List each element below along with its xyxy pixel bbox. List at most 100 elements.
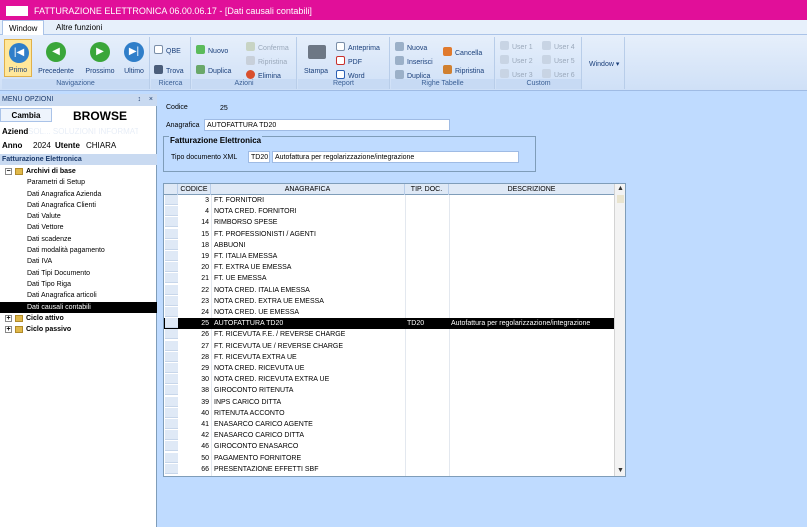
tree-item[interactable]: Dati Tipo Riga <box>0 279 157 290</box>
scroll-down-icon[interactable]: ▼ <box>615 466 625 476</box>
row-indicator[interactable] <box>165 217 178 228</box>
table-row[interactable]: 66 PRESENTAZIONE EFFETTI SBF <box>164 463 615 475</box>
table-row[interactable]: 18 ABBUONI <box>164 239 615 251</box>
user4-button[interactable]: User 4 <box>542 41 575 53</box>
row-indicator[interactable] <box>165 340 178 351</box>
row-indicator[interactable] <box>165 419 178 429</box>
row-indicator[interactable] <box>165 407 178 418</box>
row-indicator[interactable] <box>165 441 178 452</box>
tree-item[interactable]: Dati Valute <box>0 211 157 222</box>
row-indicator[interactable] <box>165 262 178 273</box>
table-row[interactable]: 50 PAGAMENTO FORNITORE <box>164 452 615 464</box>
table-row[interactable]: 23 NOTA CRED. EXTRA UE EMESSA <box>164 295 615 307</box>
table-row[interactable]: 4 NOTA CRED. FORNITORI <box>164 206 615 217</box>
tree-item[interactable]: Dati Anagrafica articoli <box>0 290 157 301</box>
row-indicator[interactable] <box>165 374 178 385</box>
table-row[interactable]: 22 NOTA CRED. ITALIA EMESSA <box>164 284 615 296</box>
scroll-up-icon[interactable]: ▲ <box>615 184 625 194</box>
table-row[interactable]: 3 FT. FORNITORI <box>164 195 615 206</box>
row-indicator[interactable] <box>165 385 178 396</box>
table-row[interactable]: 21 FT. UE EMESSA <box>164 273 615 284</box>
header-tip-doc[interactable]: TIP. DOC. <box>405 184 449 195</box>
tree-item[interactable]: Dati Tipi Documento <box>0 268 157 279</box>
trova-button[interactable]: Trova <box>154 65 184 77</box>
table-row[interactable]: 19 FT. ITALIA EMESSA <box>164 251 615 262</box>
pdf-button[interactable]: PDF <box>336 56 362 68</box>
table-row[interactable]: 29 NOTA CRED. RICEVUTA UE <box>164 363 615 374</box>
vertical-scrollbar[interactable]: ▲ ▼ <box>614 184 625 476</box>
table-row[interactable]: 42 ENASARCO CARICO DITTA <box>164 430 615 441</box>
row-indicator[interactable] <box>165 463 178 474</box>
cambia-button[interactable]: Cambia <box>0 108 52 122</box>
scroll-thumb[interactable] <box>617 195 624 203</box>
tree-item[interactable]: Dati modalità pagamento <box>0 245 157 256</box>
ripristina-button[interactable]: Ripristina <box>246 56 287 68</box>
inserisci-riga-button[interactable]: Inserisci <box>395 56 433 68</box>
row-indicator[interactable] <box>165 251 178 261</box>
row-indicator[interactable] <box>165 363 178 373</box>
row-indicator[interactable] <box>165 295 178 306</box>
tree-folder[interactable]: − Archivi di base <box>0 166 157 177</box>
close-icon[interactable]: × <box>149 96 153 103</box>
tree-item[interactable]: Dati scadenze <box>0 234 157 245</box>
expand-icon[interactable]: + <box>5 314 12 322</box>
row-indicator[interactable] <box>165 284 178 295</box>
expand-icon[interactable]: + <box>5 326 12 334</box>
nuovo-button[interactable]: Nuovo <box>196 45 228 57</box>
tree-item[interactable]: Dati Anagrafica Clienti <box>0 200 157 211</box>
table-row[interactable]: 46 GIROCONTO ENASARCO <box>164 441 615 452</box>
user5-button[interactable]: User 5 <box>542 55 575 67</box>
row-indicator[interactable] <box>165 195 178 205</box>
tipo-doc-code-field[interactable]: TD20 <box>248 151 270 163</box>
tree-item[interactable]: Dati Anagrafica Azienda <box>0 189 157 200</box>
header-descrizione[interactable]: DESCRIZIONE <box>449 184 615 195</box>
precedente-button[interactable]: ◀ Precedente <box>36 39 76 77</box>
row-indicator[interactable] <box>165 239 178 250</box>
prossimo-button[interactable]: ▶ Prossimo <box>80 39 120 77</box>
row-indicator[interactable] <box>165 329 178 340</box>
nuova-riga-button[interactable]: Nuova <box>395 42 427 54</box>
window-button[interactable]: Window ▾ <box>589 59 619 71</box>
table-row[interactable]: 14 RIMBORSO SPESE <box>164 217 615 228</box>
table-row[interactable]: 27 FT. RICEVUTA UE / REVERSE CHARGE <box>164 340 615 352</box>
ultimo-button[interactable]: ▶| Ultimo <box>118 39 150 77</box>
table-row[interactable]: 41 ENASARCO CARICO AGENTE <box>164 419 615 430</box>
menu-window[interactable]: Window <box>2 20 45 35</box>
header-codice[interactable]: CODICE <box>178 184 211 195</box>
tree-folder[interactable]: + Ciclo attivo <box>0 313 157 324</box>
row-indicator[interactable] <box>165 351 178 362</box>
user2-button[interactable]: User 2 <box>500 55 533 67</box>
tree-item[interactable]: Parametri di Setup <box>0 177 157 188</box>
row-indicator[interactable] <box>165 430 178 441</box>
header-anagrafica[interactable]: ANAGRAFICA <box>211 184 405 195</box>
anagrafica-field[interactable]: AUTOFATTURA TD20 <box>204 119 450 131</box>
row-indicator[interactable] <box>165 273 178 284</box>
table-row[interactable]: 38 GIROCONTO RITENUTA <box>164 385 615 396</box>
qbe-button[interactable]: QBE <box>154 45 181 57</box>
tree-item[interactable]: Dati causali contabili <box>0 301 157 313</box>
table-row[interactable]: 20 FT. EXTRA UE EMESSA <box>164 262 615 273</box>
table-row[interactable]: 30 NOTA CRED. RICEVUTA EXTRA UE <box>164 374 615 385</box>
table-row[interactable]: 15 FT. PROFESSIONISTI / AGENTI <box>164 228 615 240</box>
pin-icon[interactable]: ↕ <box>137 96 141 103</box>
table-row[interactable]: 24 NOTA CRED. UE EMESSA <box>164 307 615 318</box>
table-row[interactable]: 39 INPS CARICO DITTA <box>164 396 615 408</box>
duplica-button[interactable]: Duplica <box>196 65 231 77</box>
table-row[interactable]: 26 FT. RICEVUTA F.E. / REVERSE CHARGE <box>164 329 615 340</box>
tree-item[interactable]: Dati IVA <box>0 256 157 267</box>
row-indicator[interactable] <box>165 396 178 407</box>
table-row[interactable]: 28 FT. RICEVUTA EXTRA UE <box>164 351 615 363</box>
tree-folder[interactable]: + Ciclo passivo <box>0 324 157 335</box>
user1-button[interactable]: User 1 <box>500 41 533 53</box>
anteprima-button[interactable]: Anteprima <box>336 42 380 54</box>
cancella-riga-button[interactable]: Cancella <box>443 47 482 59</box>
conferma-button[interactable]: Conferma <box>246 42 289 54</box>
row-indicator[interactable] <box>165 307 178 317</box>
table-row[interactable]: 40 RITENUTA ACCONTO <box>164 407 615 419</box>
row-indicator[interactable] <box>165 318 178 329</box>
row-indicator[interactable] <box>165 206 178 217</box>
stampa-button[interactable]: Stampa <box>300 39 332 77</box>
row-indicator[interactable] <box>165 228 178 239</box>
menu-altre-funzioni[interactable]: Altre funzioni <box>50 20 108 35</box>
primo-button[interactable]: |◀ Primo <box>4 39 32 77</box>
